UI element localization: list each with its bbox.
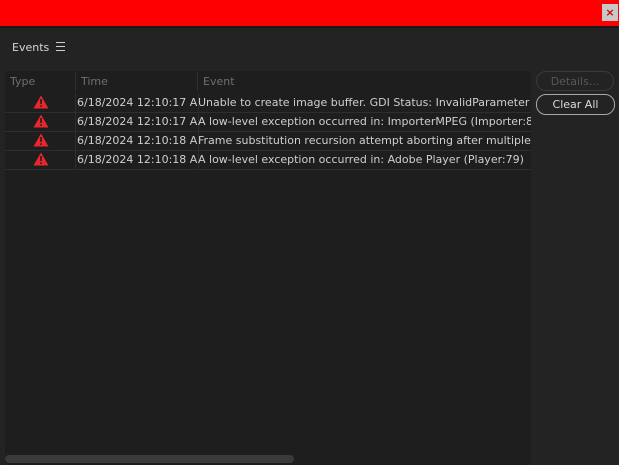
event-cell: A low-level exception occurred in: Adobe… bbox=[198, 153, 524, 166]
time-cell: 6/18/2024 12:10:18 AM bbox=[76, 131, 199, 150]
event-cell: Unable to create image buffer. GDI Statu… bbox=[198, 96, 531, 109]
table-row[interactable]: 6/18/2024 12:10:17 AM Unable to create i… bbox=[5, 93, 531, 113]
type-cell bbox=[5, 150, 76, 169]
type-cell bbox=[5, 112, 76, 131]
panel-tab-events[interactable]: Events bbox=[12, 41, 49, 54]
column-divider[interactable] bbox=[75, 72, 76, 91]
column-header-type[interactable]: Type bbox=[10, 75, 35, 89]
actions-column bbox=[531, 71, 619, 465]
column-header-time[interactable]: Time bbox=[81, 75, 108, 89]
type-cell bbox=[5, 131, 76, 150]
column-header-event[interactable]: Event bbox=[203, 75, 235, 89]
warning-icon bbox=[33, 152, 49, 166]
table-row[interactable]: 6/18/2024 12:10:18 AM Frame substitution… bbox=[5, 131, 531, 151]
table-row[interactable]: 6/18/2024 12:10:18 AM A low-level except… bbox=[5, 150, 531, 170]
table-row[interactable]: 6/18/2024 12:10:17 AM A low-level except… bbox=[5, 112, 531, 132]
warning-icon bbox=[33, 114, 49, 128]
time-cell: 6/18/2024 12:10:17 AM bbox=[76, 93, 199, 112]
time-cell: 6/18/2024 12:10:17 AM bbox=[76, 112, 199, 131]
warning-icon bbox=[33, 133, 49, 147]
type-cell bbox=[5, 93, 76, 112]
close-button[interactable]: × bbox=[602, 4, 618, 21]
column-divider[interactable] bbox=[197, 72, 198, 91]
hamburger-menu-icon[interactable] bbox=[56, 42, 65, 51]
event-cell: A low-level exception occurred in: Impor… bbox=[198, 115, 531, 128]
details-button[interactable]: Details... bbox=[536, 71, 614, 91]
warning-icon bbox=[33, 95, 49, 109]
event-cell: Frame substitution recursion attempt abo… bbox=[198, 134, 531, 147]
time-cell: 6/18/2024 12:10:18 AM bbox=[76, 150, 199, 169]
clear-all-button[interactable]: Clear All bbox=[536, 94, 615, 115]
horizontal-scrollbar[interactable] bbox=[5, 455, 294, 463]
title-bar bbox=[0, 0, 619, 26]
